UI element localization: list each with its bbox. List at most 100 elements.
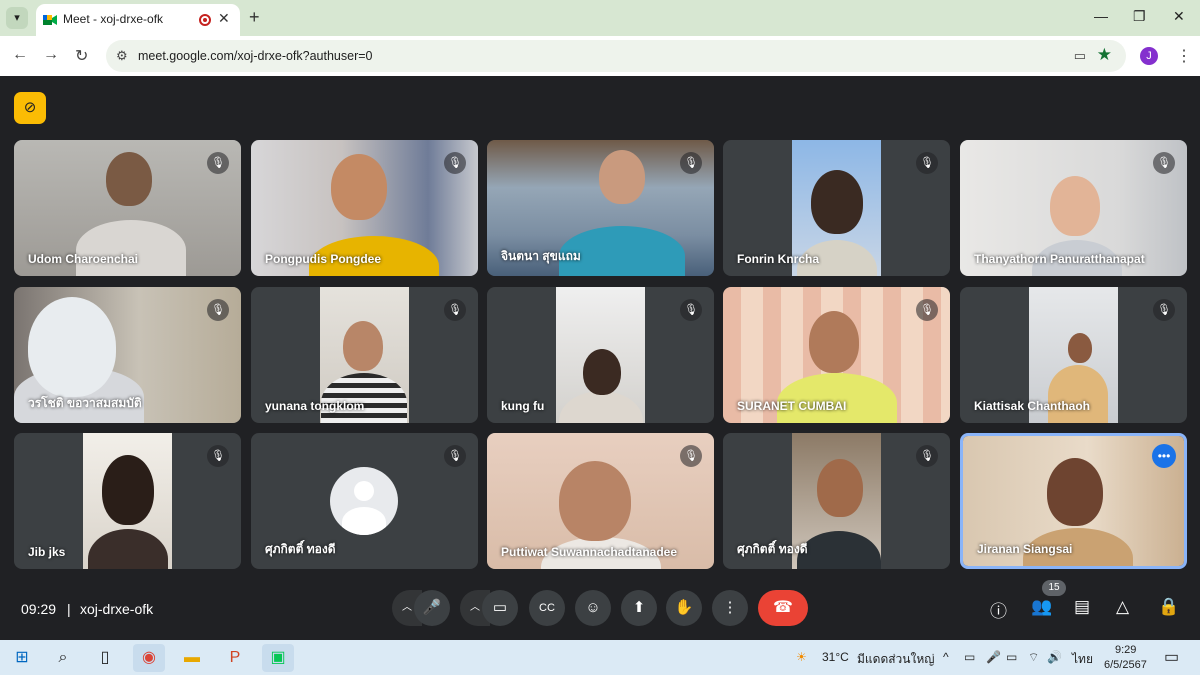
mic-off-icon: 🎙 <box>207 445 229 467</box>
person-head <box>331 154 387 220</box>
back-button[interactable]: ← <box>12 46 28 64</box>
chrome-icon[interactable]: ◉ <box>133 644 165 672</box>
wifi-icon[interactable]: ⌔ <box>1028 650 1039 665</box>
taskbar-date[interactable]: 6/5/2567 <box>1104 659 1147 671</box>
participant-name: Pongpudis Pongdee <box>265 252 381 266</box>
participant-tile[interactable]: 🎙 yunana tongklom <box>251 287 478 423</box>
browser-titlebar: ▾ Meet - xoj-drxe-ofk ✕ + — ❐ ✕ <box>0 0 1200 36</box>
volume-icon[interactable]: 🔊 <box>1047 650 1062 664</box>
person-figure <box>1048 365 1108 423</box>
battery-icon[interactable]: ▭ <box>1006 650 1017 664</box>
weather-condition: มีแดดส่วนใหญ่ <box>857 652 935 666</box>
person-head <box>599 150 645 204</box>
chat-icon[interactable]: ▤ <box>1074 597 1090 617</box>
present-screen-button[interactable]: ⬆ <box>621 590 657 626</box>
show-hidden-icons-chevron-icon[interactable]: ^ <box>943 650 949 664</box>
participant-name: จินตนา สุขแถม <box>501 249 581 263</box>
participant-tile[interactable]: 🎙 ศุภกิตติ์ ทองดี <box>723 433 950 569</box>
participant-name: yunana tongklom <box>265 399 365 413</box>
person-head <box>583 349 621 395</box>
powerpoint-icon[interactable]: P <box>219 644 251 672</box>
close-tab-icon[interactable]: ✕ <box>218 10 230 27</box>
participant-tile[interactable]: 🎙 ศุภกิตติ์ ทองดี <box>251 433 478 569</box>
participant-tile[interactable]: 🎙 Fonrin Knrcha <box>723 140 950 276</box>
emoji-reactions-button[interactable]: ☺ <box>575 590 611 626</box>
omnibox[interactable]: ⚙ meet.google.com/xoj-drxe-ofk?authuser=… <box>106 40 1126 72</box>
participant-tile[interactable]: 🎙 kung fu <box>487 287 714 423</box>
meeting-code: xoj-drxe-ofk <box>80 601 154 617</box>
person-head <box>1050 176 1100 236</box>
camera-in-use-icon[interactable]: ▭ <box>1074 48 1086 64</box>
more-options-icon[interactable]: ••• <box>1152 444 1176 468</box>
people-icon[interactable]: 👥 <box>1031 597 1052 617</box>
bookmark-star-icon[interactable]: ★ <box>1097 45 1112 65</box>
meet-tray-icon[interactable]: ▭ <box>964 650 975 664</box>
minimize-button[interactable]: — <box>1094 8 1108 24</box>
mic-off-icon: 🎙 <box>680 445 702 467</box>
participant-tile[interactable]: 🎙 Kiattisak Chanthaoh <box>960 287 1187 423</box>
captions-button[interactable]: CC <box>529 590 565 626</box>
browser-tab[interactable]: Meet - xoj-drxe-ofk ✕ <box>36 4 240 36</box>
activities-icon[interactable]: △ <box>1116 597 1129 617</box>
person-head <box>1047 458 1103 526</box>
windows-start-icon[interactable]: ⊞ <box>6 644 38 672</box>
microphone-button[interactable]: 🎤 <box>414 590 450 626</box>
participant-tile[interactable]: 🎙 Udom Charoenchai <box>14 140 241 276</box>
search-icon[interactable]: ⌕ <box>47 644 79 672</box>
participant-tile[interactable]: 🎙 Pongpudis Pongdee <box>251 140 478 276</box>
participant-tile-active[interactable]: ••• Jiranan Siangsai <box>960 433 1187 569</box>
host-controls-icon[interactable]: 🔒 <box>1158 597 1179 617</box>
meet-stage: ⊘ 🎙 Udom Charoenchai 🎙 Pongpudis Pongdee… <box>0 76 1200 640</box>
participant-name: Udom Charoenchai <box>28 252 139 266</box>
participant-tile[interactable]: 🎙 Thanyathorn Panuratthanapat <box>960 140 1187 276</box>
notifications-icon[interactable]: ▭ <box>1164 647 1179 667</box>
mic-off-icon: 🎙 <box>207 299 229 321</box>
language-indicator[interactable]: ไทย <box>1072 650 1093 669</box>
file-explorer-icon[interactable]: ▬ <box>176 644 208 672</box>
forward-button[interactable]: → <box>43 46 59 64</box>
raise-hand-button[interactable]: ✋ <box>666 590 702 626</box>
person-head <box>1068 333 1092 363</box>
person-head <box>817 459 863 517</box>
site-info-icon[interactable]: ⚙ <box>116 48 128 64</box>
camera-button[interactable]: ▭ <box>482 590 518 626</box>
line-app-icon[interactable]: ▣ <box>262 644 294 672</box>
participant-tile[interactable]: 🎙 Puttiwat Suwannachadtanadee <box>487 433 714 569</box>
meeting-details-icon[interactable]: ⓘ <box>990 597 1007 622</box>
new-tab-button[interactable]: + <box>249 7 260 28</box>
person-head-masked <box>28 297 116 397</box>
windows-taskbar: ⊞ ⌕ ▯ ◉ ▬ P ▣ ☀ 31°C มีแดดส่วนใหญ่ ^ ▭ 🎤… <box>0 640 1200 675</box>
window-close-button[interactable]: ✕ <box>1173 8 1185 25</box>
tab-title: Meet - xoj-drxe-ofk <box>63 12 164 26</box>
mic-off-icon: 🎙 <box>916 299 938 321</box>
person-head <box>102 455 154 525</box>
participant-name: วรโชติ ขอวาสมสมบัติ <box>28 396 142 410</box>
end-call-button[interactable]: ☎ <box>758 590 808 626</box>
participant-name: Puttiwat Suwannachadtanadee <box>501 545 678 559</box>
restore-button[interactable]: ❐ <box>1133 8 1146 25</box>
microphone-tray-icon[interactable]: 🎤 <box>986 650 1001 664</box>
mic-off-icon: 🎙 <box>444 445 466 467</box>
mic-off-icon: 🎙 <box>680 299 702 321</box>
captions-off-indicator-icon[interactable]: ⊘ <box>14 92 46 124</box>
mic-off-icon: 🎙 <box>916 152 938 174</box>
participant-tile[interactable]: 🎙 SURANET CUMBAI <box>723 287 950 423</box>
participant-name: ศุภกิตติ์ ทองดี <box>737 542 808 556</box>
participant-tile[interactable]: 🎙 Jib jks <box>14 433 241 569</box>
address-toolbar: ← → ↻ ⚙ meet.google.com/xoj-drxe-ofk?aut… <box>0 36 1200 76</box>
participant-tile[interactable]: 🎙 วรโชติ ขอวาสมสมบัติ <box>14 287 241 423</box>
person-figure <box>76 220 186 276</box>
reload-button[interactable]: ↻ <box>75 46 88 66</box>
url-text[interactable]: meet.google.com/xoj-drxe-ofk?authuser=0 <box>138 49 373 63</box>
participant-name: Kiattisak Chanthaoh <box>974 399 1091 413</box>
person-head <box>809 311 859 373</box>
profile-avatar[interactable]: J <box>1140 47 1158 65</box>
tab-search-dropdown-icon[interactable]: ▾ <box>6 7 28 29</box>
task-view-icon[interactable]: ▯ <box>89 644 121 672</box>
taskbar-time[interactable]: 9:29 <box>1115 644 1136 656</box>
browser-menu-icon[interactable]: ⋮ <box>1176 46 1192 66</box>
participant-tile[interactable]: 🎙 จินตนา สุขแถม <box>487 140 714 276</box>
mic-off-icon: 🎙 <box>207 152 229 174</box>
weather-icon[interactable]: ☀ <box>796 650 807 664</box>
more-options-button[interactable]: ⋮ <box>712 590 748 626</box>
